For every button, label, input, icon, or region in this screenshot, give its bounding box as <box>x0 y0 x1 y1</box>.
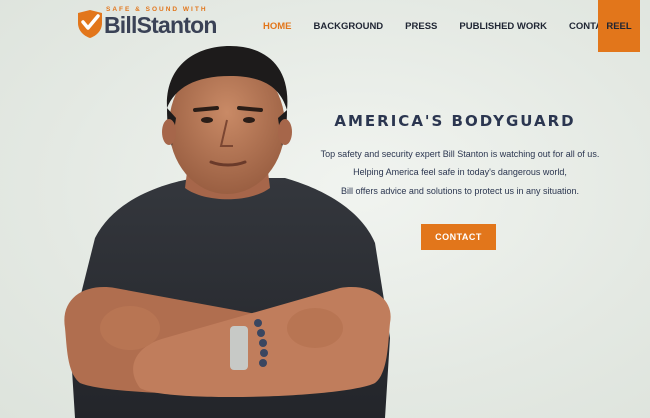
hero-portrait <box>64 46 391 418</box>
nav-press[interactable]: PRESS <box>405 21 437 32</box>
shield-check-icon <box>78 10 102 38</box>
nav-background[interactable]: BACKGROUND <box>314 21 384 32</box>
contact-button[interactable]: CONTACT <box>421 224 496 250</box>
hero-line-3: Bill offers advice and solutions to prot… <box>341 186 579 196</box>
logo-name: BillStanton <box>104 12 217 38</box>
nav-home[interactable]: HOME <box>263 21 292 32</box>
hero-line-2: Helping America feel safe in today's dan… <box>353 167 567 177</box>
hero-title: AMERICA'S BODYGUARD <box>334 112 576 130</box>
nav-published-work[interactable]: PUBLISHED WORK <box>459 21 547 32</box>
hero-line-1: Top safety and security expert Bill Stan… <box>320 149 600 159</box>
reel-button[interactable]: REEL <box>598 0 640 52</box>
site-logo[interactable]: SAFE & SOUND WITH BillStanton <box>76 6 226 40</box>
